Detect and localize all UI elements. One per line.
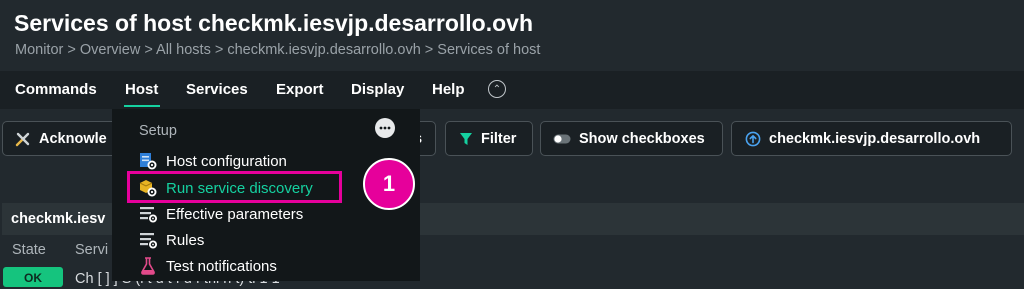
filter-icon xyxy=(459,132,473,146)
acknowledge-label: Acknowle xyxy=(39,130,107,147)
menu-help[interactable]: Help xyxy=(432,71,465,109)
status-badge: OK xyxy=(3,267,63,287)
dropdown-item-label: Host configuration xyxy=(166,152,287,170)
menu-services[interactable]: Services xyxy=(186,71,248,109)
acknowledge-icon xyxy=(15,131,31,147)
more-icon[interactable] xyxy=(375,118,395,138)
rules-icon xyxy=(138,230,158,250)
menubar: Commands Host Services Export Display He… xyxy=(0,71,1024,109)
host-up-icon xyxy=(745,131,761,147)
column-state[interactable]: State xyxy=(12,235,46,265)
chevron-up-icon[interactable]: ⌃ xyxy=(488,80,506,98)
page-title: Services of host checkmk.iesvjp.desarrol… xyxy=(14,10,533,36)
host-config-icon xyxy=(138,151,158,171)
flask-icon xyxy=(138,256,158,276)
dropdown-item-label: Test notifications xyxy=(166,257,277,275)
host-link-button[interactable]: checkmk.iesvjp.desarrollo.ovh xyxy=(731,121,1012,156)
filter-label: Filter xyxy=(481,130,517,147)
show-checkboxes-button[interactable]: Show checkboxes xyxy=(540,121,723,156)
menu-display[interactable]: Display xyxy=(351,71,404,109)
menu-export[interactable]: Export xyxy=(276,71,324,109)
menu-host[interactable]: Host xyxy=(123,71,161,109)
menu-commands[interactable]: Commands xyxy=(15,71,97,109)
parameters-icon xyxy=(138,204,158,224)
breadcrumb[interactable]: Monitor > Overview > All hosts > checkmk… xyxy=(15,42,540,58)
checkboxes-label: Show checkboxes xyxy=(579,130,705,147)
dropdown-item-test-notifications[interactable]: Test notifications xyxy=(138,255,277,277)
dropdown-section-setup: Setup xyxy=(139,123,177,139)
toggle-icon xyxy=(553,134,571,144)
dropdown-item-host-configuration[interactable]: Host configuration xyxy=(138,150,287,172)
host-label: checkmk.iesvjp.desarrollo.ovh xyxy=(769,130,981,147)
highlight-box xyxy=(127,171,342,203)
filter-button[interactable]: Filter xyxy=(445,121,533,156)
dropdown-item-effective-parameters[interactable]: Effective parameters xyxy=(138,203,303,225)
acknowledge-button[interactable]: Acknowle xyxy=(2,121,122,156)
dropdown-item-label: Rules xyxy=(166,231,205,249)
dropdown-item-rules[interactable]: Rules xyxy=(138,229,204,251)
column-service[interactable]: Servi xyxy=(75,235,108,265)
step-marker: 1 xyxy=(363,158,415,210)
dropdown-item-label: Effective parameters xyxy=(166,205,304,223)
